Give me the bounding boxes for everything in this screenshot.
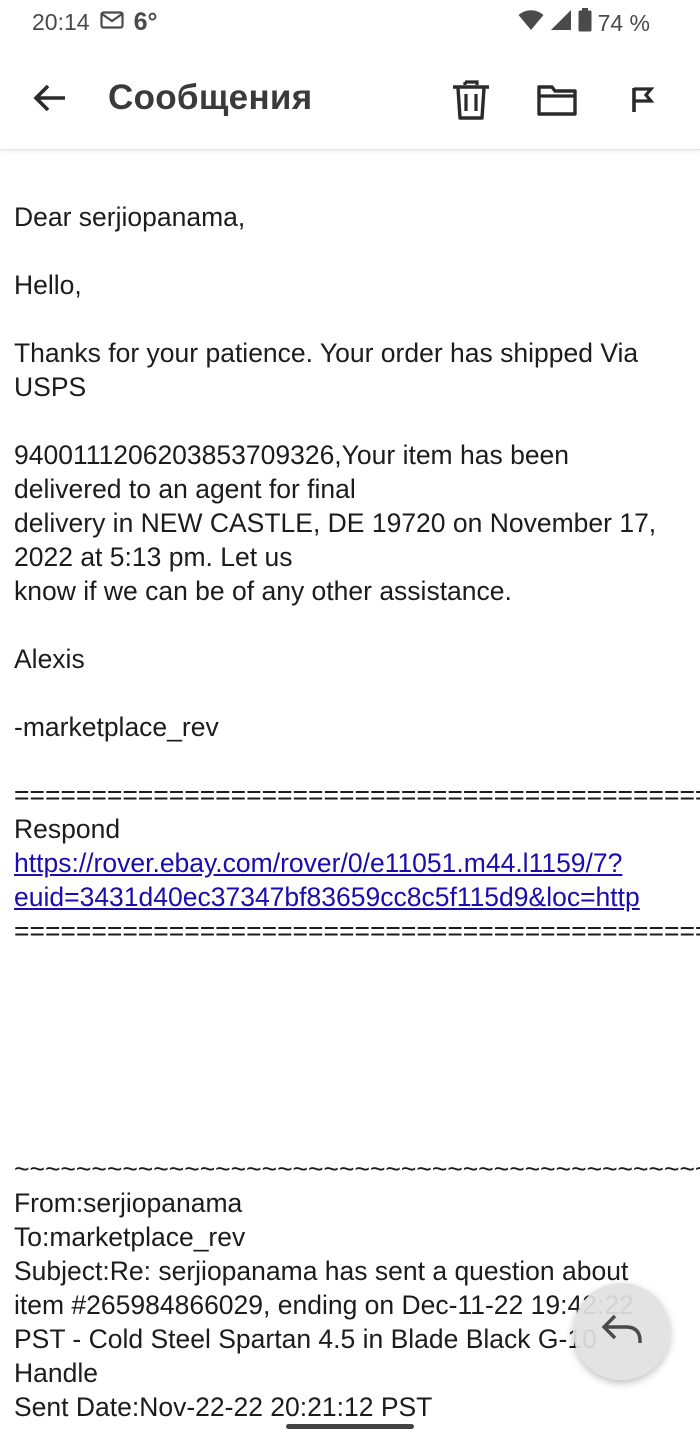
home-indicator[interactable] [286, 1424, 414, 1429]
tilde-separator: ~~~~~~~~~~~~~~~~~~~~~~~~~~~~~~~~~~~~~~~~… [14, 1154, 700, 1184]
quoted-sent-date: Sent Date:Nov-22-22 20:21:12 PST [14, 1392, 433, 1422]
quoted-to: To:marketplace_rev [14, 1222, 246, 1252]
message-greeting: Dear serjiopanama, [14, 202, 246, 232]
battery-icon [578, 8, 592, 38]
quoted-subject: Subject:Re: serjiopanama has sent a ques… [14, 1256, 629, 1286]
message-line: 9400111206203853709326,Your item has bee… [14, 440, 570, 470]
wifi-icon [518, 9, 544, 37]
status-time: 20:14 [32, 9, 90, 35]
message-line: USPS [14, 372, 87, 402]
respond-link[interactable]: https://rover.ebay.com/rover/0/e11051.m4… [14, 846, 700, 880]
respond-link-continued[interactable]: euid=3431d40ec37347bf83659cc8c5f115d9&lo… [14, 880, 700, 914]
back-button[interactable] [26, 76, 74, 124]
status-right: 74 % [518, 8, 650, 38]
battery-percentage: 74 % [597, 9, 650, 36]
status-left: 20:14 6° [32, 8, 157, 37]
message-body: Dear serjiopanama, Hello, Thanks for you… [14, 200, 700, 1425]
cell-signal-icon [550, 9, 572, 37]
app-bar: Сообщения [0, 56, 700, 150]
message-line: 2022 at 5:13 pm. Let us [14, 542, 293, 572]
status-temperature: 6° [133, 8, 158, 36]
reply-button[interactable] [573, 1283, 670, 1380]
reply-icon [600, 1311, 644, 1352]
arrow-left-icon [33, 83, 67, 118]
mail-icon [99, 9, 124, 36]
message-hello: Hello, [14, 270, 82, 300]
message-sender-handle: -marketplace_rev [14, 712, 219, 742]
separator-line: ========================================… [14, 916, 700, 946]
message-line: delivered to an agent for final [14, 474, 356, 504]
folder-icon [536, 82, 578, 123]
flag-button[interactable] [617, 76, 669, 128]
status-bar: 20:14 6° 74 % [0, 0, 700, 44]
move-to-folder-button[interactable] [531, 76, 583, 128]
message-signature: Alexis [14, 644, 85, 674]
page-title: Сообщения [108, 78, 313, 117]
flag-icon [629, 84, 657, 121]
separator-line: ========================================… [14, 780, 700, 810]
message-line: delivery in NEW CASTLE, DE 19720 on Nove… [14, 508, 657, 538]
message-line: Thanks for your patience. Your order has… [14, 338, 639, 368]
message-line: know if we can be of any other assistanc… [14, 576, 512, 606]
delete-button[interactable] [445, 76, 497, 128]
trash-icon [451, 78, 491, 127]
respond-label: Respond [14, 814, 121, 844]
quoted-from: From:serjiopanama [14, 1188, 243, 1218]
